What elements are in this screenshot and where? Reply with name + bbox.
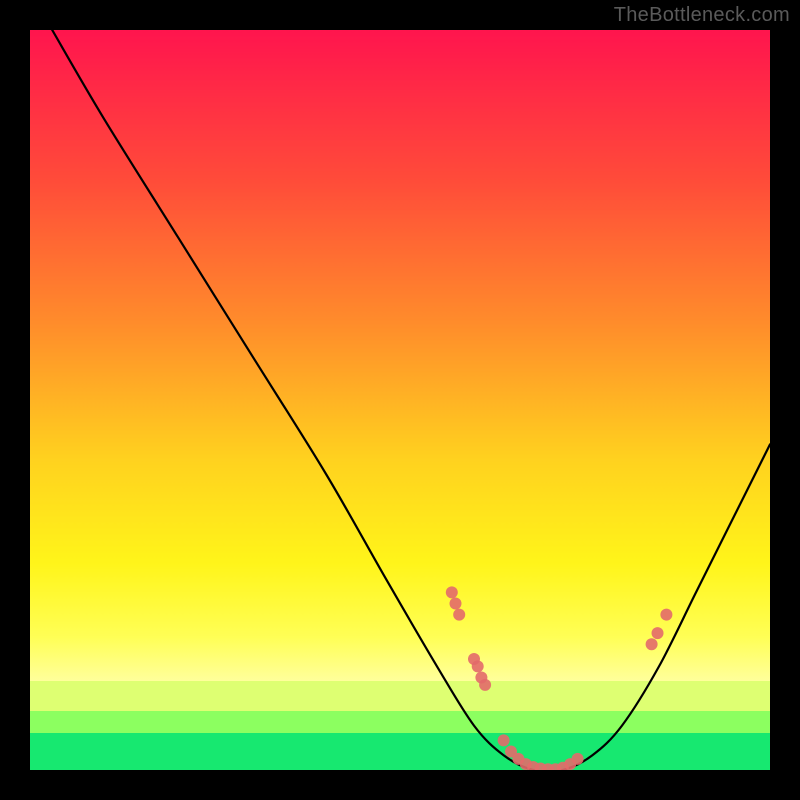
data-marker — [479, 679, 491, 691]
chart-stage: TheBottleneck.com — [0, 0, 800, 800]
data-marker — [446, 586, 458, 598]
bottleneck-curve — [52, 30, 770, 770]
data-marker — [498, 734, 510, 746]
data-marker — [660, 609, 672, 621]
data-marker — [472, 660, 484, 672]
data-marker — [572, 753, 584, 765]
data-marker — [453, 609, 465, 621]
data-marker — [646, 638, 658, 650]
curve-layer — [30, 30, 770, 770]
watermark-text: TheBottleneck.com — [614, 4, 790, 27]
data-marker — [652, 627, 664, 639]
data-marker — [450, 598, 462, 610]
plot-area — [30, 30, 770, 770]
